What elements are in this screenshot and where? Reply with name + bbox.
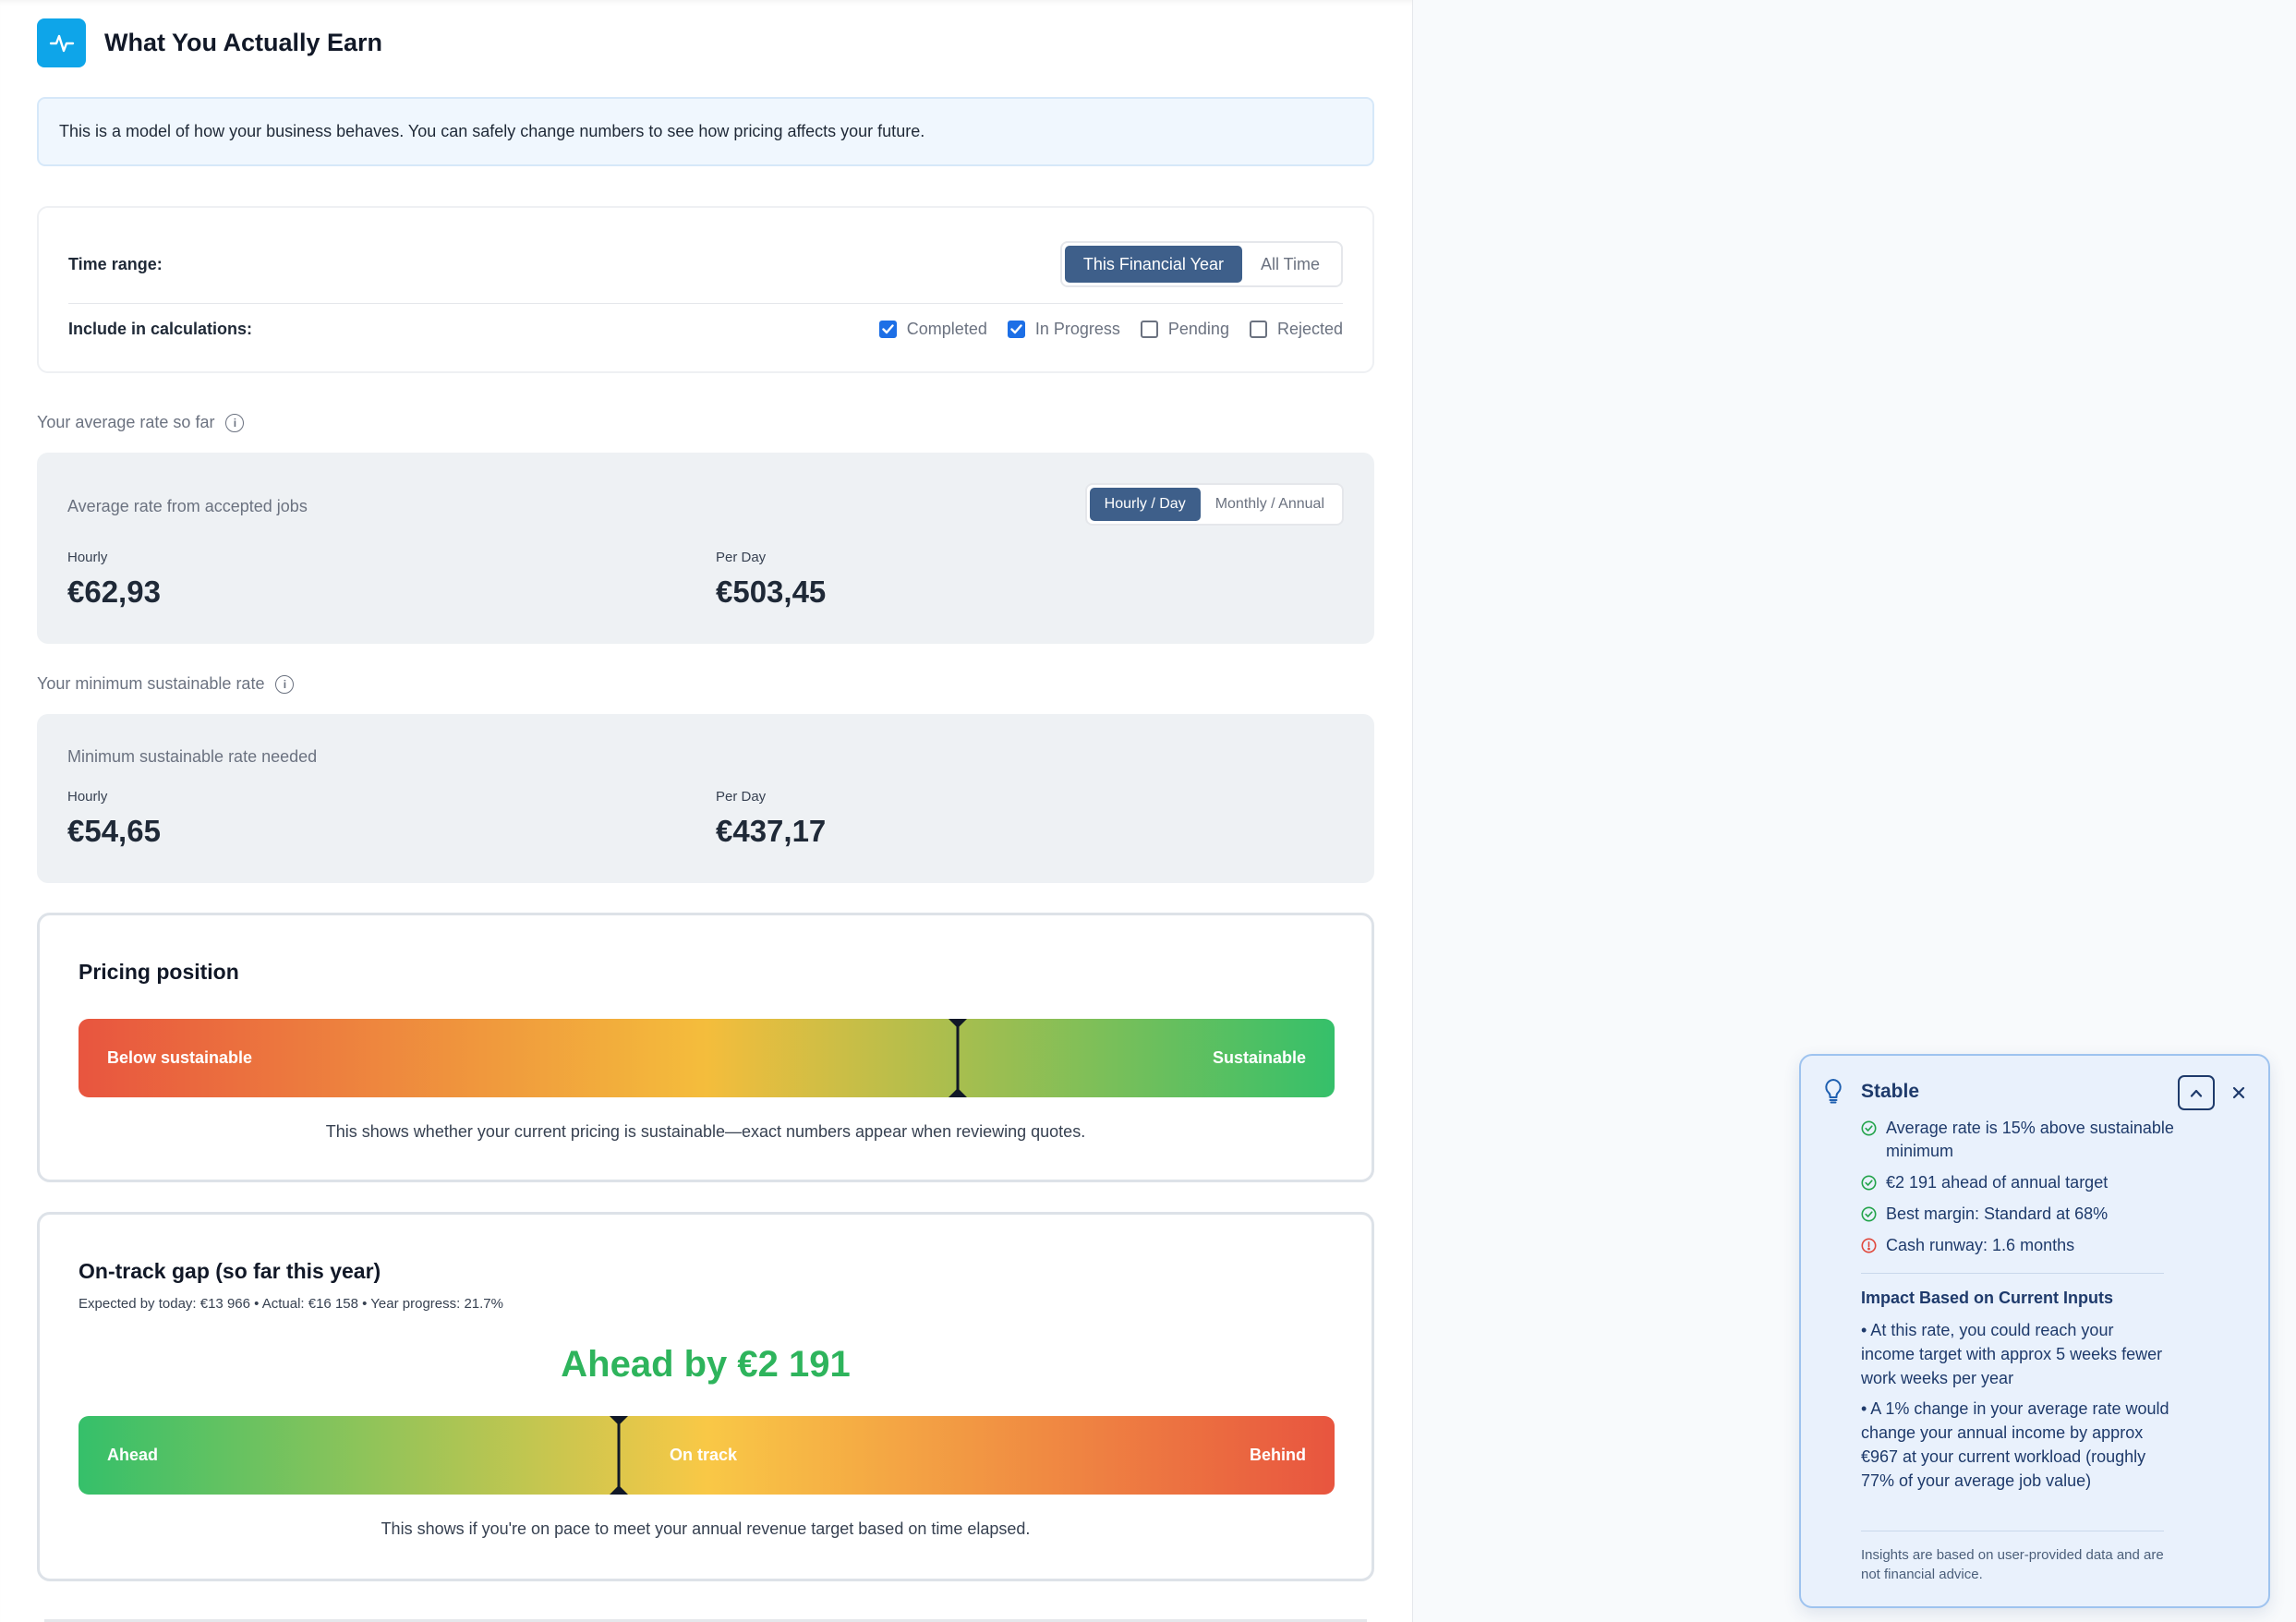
impact-bullets: • At this rate, you could reach your inc… bbox=[1861, 1318, 2170, 1499]
include-checkboxes: Completed In Progress Pending Rejected bbox=[878, 319, 1343, 339]
on-track-gauge: Ahead On track Behind bbox=[79, 1416, 1335, 1495]
period-option-hourly-day[interactable]: Hourly / Day bbox=[1089, 488, 1201, 521]
check-circle-icon bbox=[1861, 1206, 1877, 1222]
include-rejected[interactable]: Rejected bbox=[1249, 319, 1343, 339]
insights-title: Stable bbox=[1861, 1081, 1920, 1102]
info-icon[interactable]: i bbox=[275, 674, 295, 694]
filter-divider bbox=[68, 303, 1343, 304]
insight-item: Average rate is 15% above sustainable mi… bbox=[1861, 1117, 2212, 1163]
rejected-label: Rejected bbox=[1276, 319, 1343, 338]
on-track-panel: On-track gap (so far this year) Expected… bbox=[37, 1212, 1374, 1581]
include-in-progress[interactable]: In Progress bbox=[1007, 319, 1120, 339]
rejected-checkbox[interactable] bbox=[1249, 320, 1267, 338]
average-rate-section-label: Your average rate so far i bbox=[37, 413, 245, 432]
page-header: What You Actually Earn bbox=[37, 18, 382, 67]
insight-item: €2 191 ahead of annual target bbox=[1861, 1171, 2212, 1194]
info-icon[interactable]: i bbox=[225, 413, 245, 432]
minimum-day-label: Per Day bbox=[716, 789, 767, 805]
on-track-meta: Expected by today: €13 966 • Actual: €16… bbox=[79, 1296, 503, 1312]
insight-item-text: Cash runway: 1.6 months bbox=[1886, 1236, 2075, 1254]
insights-popup: Stable Average rate is 15% above sustain… bbox=[1799, 1054, 2270, 1608]
in-progress-checkbox[interactable] bbox=[1007, 320, 1025, 338]
minimum-rate-section-label: Your minimum sustainable rate i bbox=[37, 674, 295, 694]
pricing-position-note: This shows whether your current pricing … bbox=[325, 1122, 1086, 1141]
insights-status-list: Average rate is 15% above sustainable mi… bbox=[1861, 1117, 2212, 1265]
on-track-marker bbox=[609, 1416, 628, 1495]
minimum-rate-card: Minimum sustainable rate needed Hourly €… bbox=[37, 714, 1374, 883]
collapse-button[interactable] bbox=[2178, 1075, 2215, 1110]
average-per-day: Per Day €503,45 bbox=[716, 550, 826, 610]
impact-title: Impact Based on Current Inputs bbox=[1861, 1289, 2114, 1307]
insights-disclaimer: Insights are based on user-provided data… bbox=[1861, 1547, 2164, 1582]
gauge-label-on-track: On track bbox=[670, 1446, 738, 1464]
pricing-position-panel: Pricing position Below sustainable Susta… bbox=[37, 913, 1374, 1182]
minimum-hourly-value: €54,65 bbox=[67, 814, 161, 848]
insight-item: Best margin: Standard at 68% bbox=[1861, 1203, 2212, 1226]
gauge-label-below-sustainable: Below sustainable bbox=[107, 1048, 253, 1067]
period-option-monthly-annual[interactable]: Monthly / Annual bbox=[1201, 488, 1339, 521]
gauge-label-ahead: Ahead bbox=[107, 1446, 159, 1464]
minimum-rate-section-text: Your minimum sustainable rate bbox=[37, 674, 265, 693]
time-range-option-this-financial-year[interactable]: This Financial Year bbox=[1064, 246, 1242, 283]
alert-circle-icon bbox=[1861, 1238, 1877, 1253]
on-track-headline: Ahead by €2 191 bbox=[561, 1344, 851, 1385]
insights-divider bbox=[1861, 1273, 2164, 1274]
impact-bullet: • A 1% change in your average rate would… bbox=[1861, 1399, 2169, 1490]
include-completed[interactable]: Completed bbox=[878, 319, 987, 339]
time-range-label: Time range: bbox=[68, 254, 163, 273]
page-title: What You Actually Earn bbox=[104, 29, 383, 56]
gauge-label-sustainable: Sustainable bbox=[1212, 1048, 1306, 1067]
average-rate-card: Average rate from accepted jobs Hourly /… bbox=[37, 453, 1374, 644]
average-hourly-label: Hourly bbox=[67, 550, 108, 565]
impact-bullet: • At this rate, you could reach your inc… bbox=[1861, 1321, 2163, 1387]
pricing-position-gauge: Below sustainable Sustainable bbox=[79, 1019, 1335, 1097]
pricing-position-title: Pricing position bbox=[79, 960, 239, 984]
time-range-toggle: This Financial Year All Time bbox=[1059, 241, 1343, 287]
filter-card: Time range: This Financial Year All Time… bbox=[37, 206, 1374, 373]
pending-label: Pending bbox=[1167, 319, 1229, 338]
average-day-label: Per Day bbox=[716, 550, 767, 565]
average-hourly: Hourly €62,93 bbox=[67, 550, 161, 610]
completed-checkbox[interactable] bbox=[878, 320, 897, 338]
minimum-rate-card-title: Minimum sustainable rate needed bbox=[67, 747, 318, 766]
completed-label: Completed bbox=[906, 319, 987, 338]
main-panel: What You Actually Earn This is a model o… bbox=[0, 0, 1413, 1622]
gauge-label-behind: Behind bbox=[1250, 1446, 1306, 1464]
insight-item: Cash runway: 1.6 months bbox=[1861, 1234, 2212, 1257]
check-circle-icon bbox=[1861, 1175, 1877, 1191]
include-label: Include in calculations: bbox=[68, 319, 253, 338]
close-button[interactable] bbox=[2226, 1080, 2252, 1106]
include-pending[interactable]: Pending bbox=[1140, 319, 1229, 339]
time-range-option-all-time[interactable]: All Time bbox=[1242, 246, 1338, 283]
average-day-value: €503,45 bbox=[716, 575, 827, 609]
average-rate-card-title: Average rate from accepted jobs bbox=[67, 497, 308, 515]
pending-checkbox[interactable] bbox=[1140, 320, 1158, 338]
average-hourly-value: €62,93 bbox=[67, 575, 161, 609]
insight-item-text: Average rate is 15% above sustainable mi… bbox=[1886, 1119, 2174, 1160]
close-icon bbox=[2232, 1086, 2245, 1099]
minimum-hourly: Hourly €54,65 bbox=[67, 789, 161, 849]
chevron-up-icon bbox=[2190, 1089, 2203, 1097]
on-track-note: This shows if you're on pace to meet you… bbox=[381, 1519, 1031, 1538]
in-progress-label: In Progress bbox=[1034, 319, 1120, 338]
insight-item-text: €2 191 ahead of annual target bbox=[1886, 1173, 2109, 1192]
minimum-per-day: Per Day €437,17 bbox=[716, 789, 826, 849]
insight-item-text: Best margin: Standard at 68% bbox=[1886, 1204, 2109, 1223]
info-banner-text: This is a model of how your business beh… bbox=[59, 122, 925, 140]
activity-icon bbox=[37, 18, 86, 67]
lightbulb-icon bbox=[1825, 1079, 1842, 1104]
pricing-position-marker bbox=[949, 1019, 967, 1097]
average-rate-period-toggle: Hourly / Day Monthly / Annual bbox=[1084, 483, 1344, 526]
check-circle-icon bbox=[1861, 1120, 1877, 1136]
average-rate-section-text: Your average rate so far bbox=[37, 413, 215, 431]
info-banner: This is a model of how your business beh… bbox=[37, 97, 1374, 166]
minimum-hourly-label: Hourly bbox=[67, 789, 108, 805]
minimum-day-value: €437,17 bbox=[716, 814, 827, 848]
on-track-title: On-track gap (so far this year) bbox=[79, 1259, 381, 1283]
